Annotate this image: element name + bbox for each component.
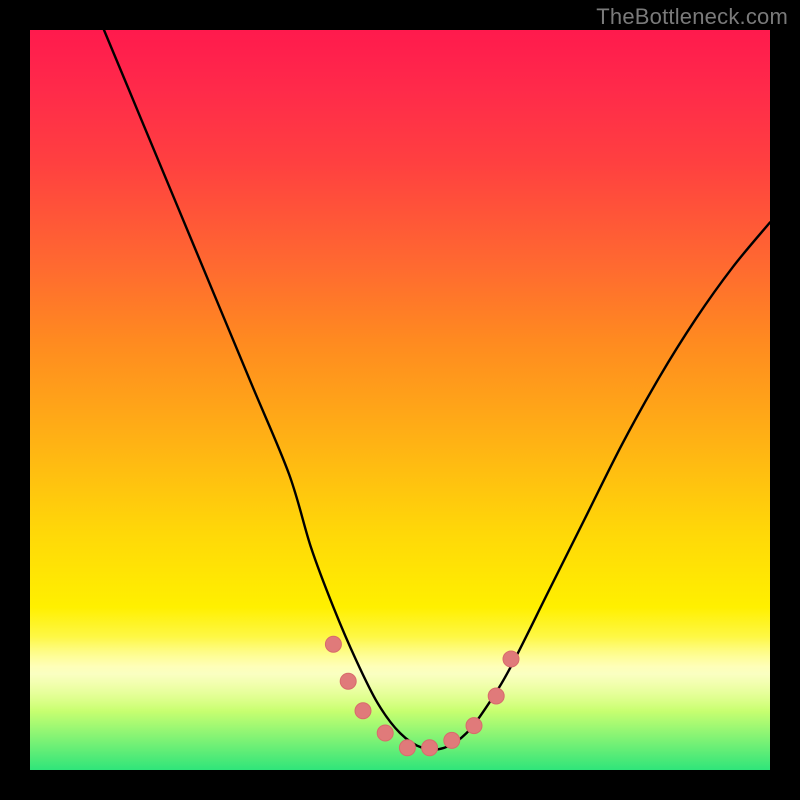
highlight-marker [325, 636, 341, 652]
curve-layer [30, 30, 770, 770]
highlight-marker [399, 740, 415, 756]
highlight-marker [466, 718, 482, 734]
highlight-marker [340, 673, 356, 689]
bottleneck-curve-path [104, 30, 770, 750]
highlight-marker [355, 703, 371, 719]
chart-frame: TheBottleneck.com [0, 0, 800, 800]
plot-area [30, 30, 770, 770]
bottleneck-curve [104, 30, 770, 750]
highlight-marker [488, 688, 504, 704]
highlight-marker [422, 740, 438, 756]
highlight-marker [377, 725, 393, 741]
highlight-marker [503, 651, 519, 667]
watermark-text: TheBottleneck.com [596, 4, 788, 30]
highlight-marker [444, 732, 460, 748]
